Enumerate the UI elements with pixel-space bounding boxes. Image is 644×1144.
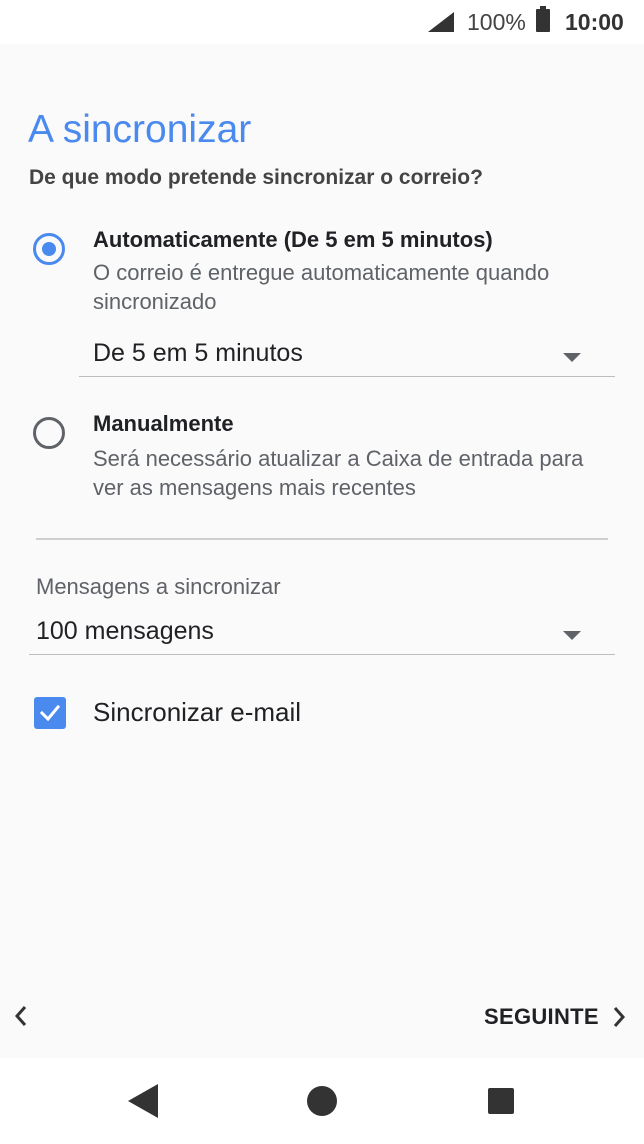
radio-manual[interactable] [33,417,65,449]
sync-email-label[interactable]: Sincronizar e-mail [93,697,301,728]
divider [36,538,608,540]
back-chevron-icon[interactable] [12,1003,30,1029]
page-subtitle: De que modo pretende sincronizar o corre… [29,166,483,189]
chevron-right-icon [613,1007,625,1027]
dropdown-arrow-icon [563,353,581,362]
page-title: A sincronizar [28,108,252,151]
option-manual-description: Será necessário atualizar a Caixa de ent… [93,446,584,500]
nav-back-icon[interactable] [128,1084,160,1118]
messages-dropdown[interactable]: 100 mensagens [29,617,615,655]
nav-recent-apps-icon[interactable] [488,1088,514,1114]
clock: 10:00 [565,9,624,35]
interval-dropdown-value: De 5 em 5 minutos [93,339,303,367]
radio-automatic[interactable] [33,233,65,265]
interval-dropdown[interactable]: De 5 em 5 minutos [79,339,615,377]
nav-home-icon[interactable] [307,1086,337,1116]
checkmark-icon [39,704,61,722]
signal-icon [428,12,454,32]
sync-email-checkbox[interactable] [34,697,66,729]
battery-icon [536,6,550,32]
option-manual-title[interactable]: Manualmente [93,411,234,437]
messages-field-label: Mensagens a sincronizar [36,574,281,599]
dropdown-arrow-icon [563,631,581,640]
next-button[interactable]: SEGUINTE [484,1000,627,1034]
messages-dropdown-value: 100 mensagens [36,617,214,645]
battery-percent: 100% [467,9,526,35]
option-automatic-title[interactable]: Automaticamente (De 5 em 5 minutos) [93,227,493,253]
navigation-bar [0,1058,644,1144]
next-button-label: SEGUINTE [484,1004,599,1029]
status-bar: 100% 10:00 [0,0,644,44]
option-automatic-description: O correio é entregue automaticamente qua… [93,260,550,314]
